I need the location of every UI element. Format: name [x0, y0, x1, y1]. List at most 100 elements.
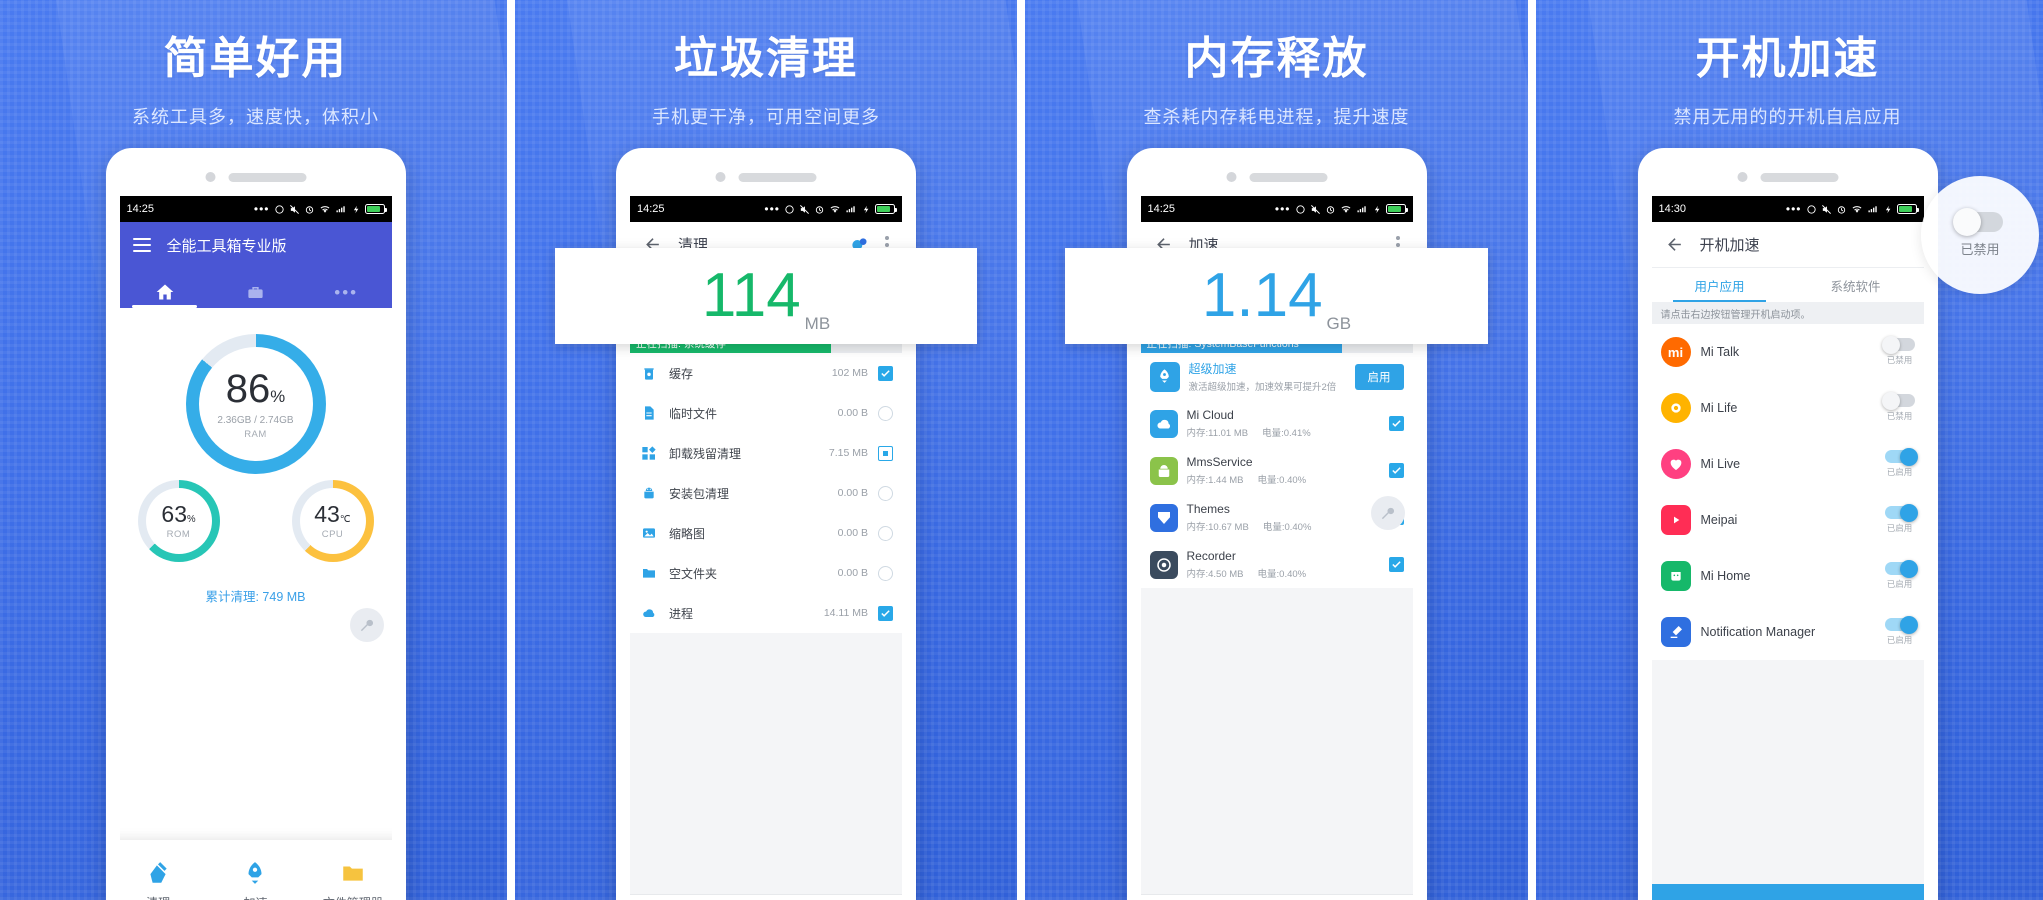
mihome-icon [1660, 561, 1691, 591]
list-item[interactable]: Mi Live 已启用 [1652, 436, 1924, 492]
alarm-icon [1326, 205, 1334, 214]
stop-button-3[interactable]: 停止 [1140, 894, 1413, 900]
checkbox-partial[interactable] [878, 445, 893, 461]
list-item[interactable]: Meipai 已启用 [1652, 492, 1924, 548]
startup-toggle[interactable]: 已启用 [1884, 559, 1918, 590]
bottom-nav-files[interactable]: 文件管理器 [304, 860, 391, 900]
panel-2-headline: 垃圾清理 [674, 34, 858, 83]
startup-toggle[interactable]: 已启用 [1884, 503, 1918, 534]
toggle-switch-on[interactable] [1884, 503, 1918, 522]
folder-icon [343, 866, 363, 881]
battery-icon [1896, 204, 1919, 214]
startup-toggle[interactable]: 已启用 [1884, 447, 1918, 478]
list-item[interactable]: MmsService 内存:1.44 MB 电量:0.40% [1141, 447, 1413, 494]
checkbox-checked[interactable] [878, 605, 893, 621]
super-boost-title: 超级加速 [1188, 362, 1237, 376]
startup-toggle[interactable]: 已禁用 [1881, 391, 1915, 422]
list-item[interactable]: 卸载残留清理 7.15 MB [630, 433, 902, 473]
status-icons: ••• [254, 202, 387, 216]
tab-home[interactable] [120, 282, 211, 308]
startup-toggle[interactable]: 已禁用 [1881, 335, 1915, 366]
list-item[interactable]: 进程 14.11 MB [630, 593, 902, 633]
list-item[interactable]: 缩略图 0.00 B [630, 513, 902, 553]
super-boost-row[interactable]: 超级加速 激活超级加速，加速效果可提升2倍 启用 [1140, 353, 1413, 400]
process-meta: 内存:1.44 MB 电量:0.40% [1187, 472, 1380, 486]
startup-toggle[interactable]: 已启用 [1884, 615, 1918, 646]
toggle-switch-on[interactable] [1884, 559, 1918, 578]
toggle-switch-on[interactable] [1884, 447, 1918, 466]
wifi-icon [830, 205, 840, 213]
bottom-action-bar[interactable] [1651, 884, 1924, 900]
overlay-toggle-callout[interactable]: 已禁用 [1921, 176, 2039, 294]
checkbox-checked[interactable] [1388, 463, 1404, 478]
scan-result-number: 114 [701, 261, 801, 330]
floating-action-button[interactable] [349, 608, 384, 642]
process-name: MmsService [1186, 455, 1253, 469]
tab-more[interactable]: ••• [301, 283, 392, 308]
file-icon [639, 403, 659, 423]
image-icon [639, 523, 659, 543]
app-name: Meipai [1700, 513, 1738, 527]
home-icon [156, 284, 174, 300]
notification-icon [1660, 617, 1691, 647]
app-name: Mi Home [1700, 569, 1751, 583]
list-item[interactable]: Mi Cloud 内存:11.01 MB 电量:0.41% [1141, 400, 1413, 447]
scan-result-card-2: 114 MB [555, 248, 977, 344]
milife-icon [1660, 393, 1691, 423]
process-name: Mi Cloud [1186, 408, 1234, 422]
checkbox-unchecked[interactable] [878, 485, 893, 501]
checkbox-checked[interactable] [1388, 557, 1404, 572]
checkbox-unchecked[interactable] [878, 405, 893, 421]
tab-user-apps-label: 用户应用 [1694, 279, 1745, 294]
status-icons: ••• [1275, 202, 1408, 216]
list-item[interactable]: 安装包清理 0.00 B [630, 473, 902, 513]
promo-panel-3: 内存释放 查杀耗内存耗电进程，提升速度 14:25 ••• 加速 正在扫描: S… [1021, 0, 1532, 900]
checkbox-checked[interactable] [878, 365, 893, 381]
toggle-switch-off[interactable] [1881, 335, 1915, 354]
floating-action-button[interactable] [1370, 496, 1405, 530]
gauge-rom: 63% ROM [137, 480, 220, 562]
segment-tabs: 用户应用 系统软件 [1651, 268, 1924, 302]
app-name: Mi Live [1700, 457, 1741, 471]
phone-speaker [715, 172, 817, 182]
list-item-size: 0.00 B [837, 567, 868, 579]
list-item[interactable]: 临时文件 0.00 B [630, 393, 902, 433]
checkbox-unchecked[interactable] [878, 525, 893, 541]
toggle-state-label: 已启用 [1886, 579, 1913, 589]
toggle-state-label: 已禁用 [1886, 355, 1913, 365]
list-item[interactable]: Recorder 内存:4.50 MB 电量:0.40% [1141, 541, 1413, 588]
app-name: Mi Talk [1700, 345, 1740, 359]
checkbox-unchecked[interactable] [878, 565, 893, 581]
checkbox-checked[interactable] [1388, 416, 1404, 431]
toggle-switch-off-large[interactable] [1953, 208, 2003, 236]
bottom-nav-boost[interactable]: 加速 [207, 860, 304, 900]
stop-button-2[interactable]: 停止 [630, 894, 902, 900]
app-name: Notification Manager [1700, 625, 1816, 639]
gauge-rom-unit: % [187, 513, 196, 525]
folder-icon [639, 563, 659, 583]
back-arrow-icon[interactable] [1665, 235, 1684, 254]
list-item[interactable]: 缓存 102 MB [630, 353, 902, 393]
enable-button[interactable]: 启用 [1354, 363, 1404, 390]
toggle-switch-on[interactable] [1884, 615, 1918, 634]
list-item[interactable]: Mi Home 已启用 [1652, 548, 1924, 604]
bottom-nav-bar-1: 清理 加速 文件管理器 [119, 840, 392, 900]
hamburger-menu-icon[interactable] [132, 238, 151, 252]
tab-system-apps[interactable]: 系统软件 [1788, 268, 1924, 302]
tab-toolbox[interactable] [210, 283, 301, 308]
toggle-switch-off[interactable] [1881, 391, 1915, 410]
list-item[interactable]: 空文件夹 0.00 B [630, 553, 902, 593]
list-item[interactable]: Notification Manager 已启用 [1652, 604, 1924, 660]
wifi-icon [1341, 205, 1350, 213]
status-icons: ••• [1786, 202, 1919, 216]
list-item[interactable]: Mi Life 已禁用 [1652, 380, 1924, 436]
boost-icon [1149, 361, 1180, 392]
process-memory: 内存:11.01 MB [1186, 428, 1249, 439]
gauge-cpu-label: CPU [321, 528, 344, 540]
status-bar-4: 14:30 ••• [1651, 196, 1924, 222]
briefcase-icon [248, 286, 263, 299]
bottom-nav-clean[interactable]: 清理 [120, 860, 207, 900]
tab-user-apps[interactable]: 用户应用 [1652, 268, 1788, 302]
app-name: Mi Life [1700, 401, 1738, 415]
list-item[interactable]: mi Mi Talk 已禁用 [1652, 324, 1924, 380]
